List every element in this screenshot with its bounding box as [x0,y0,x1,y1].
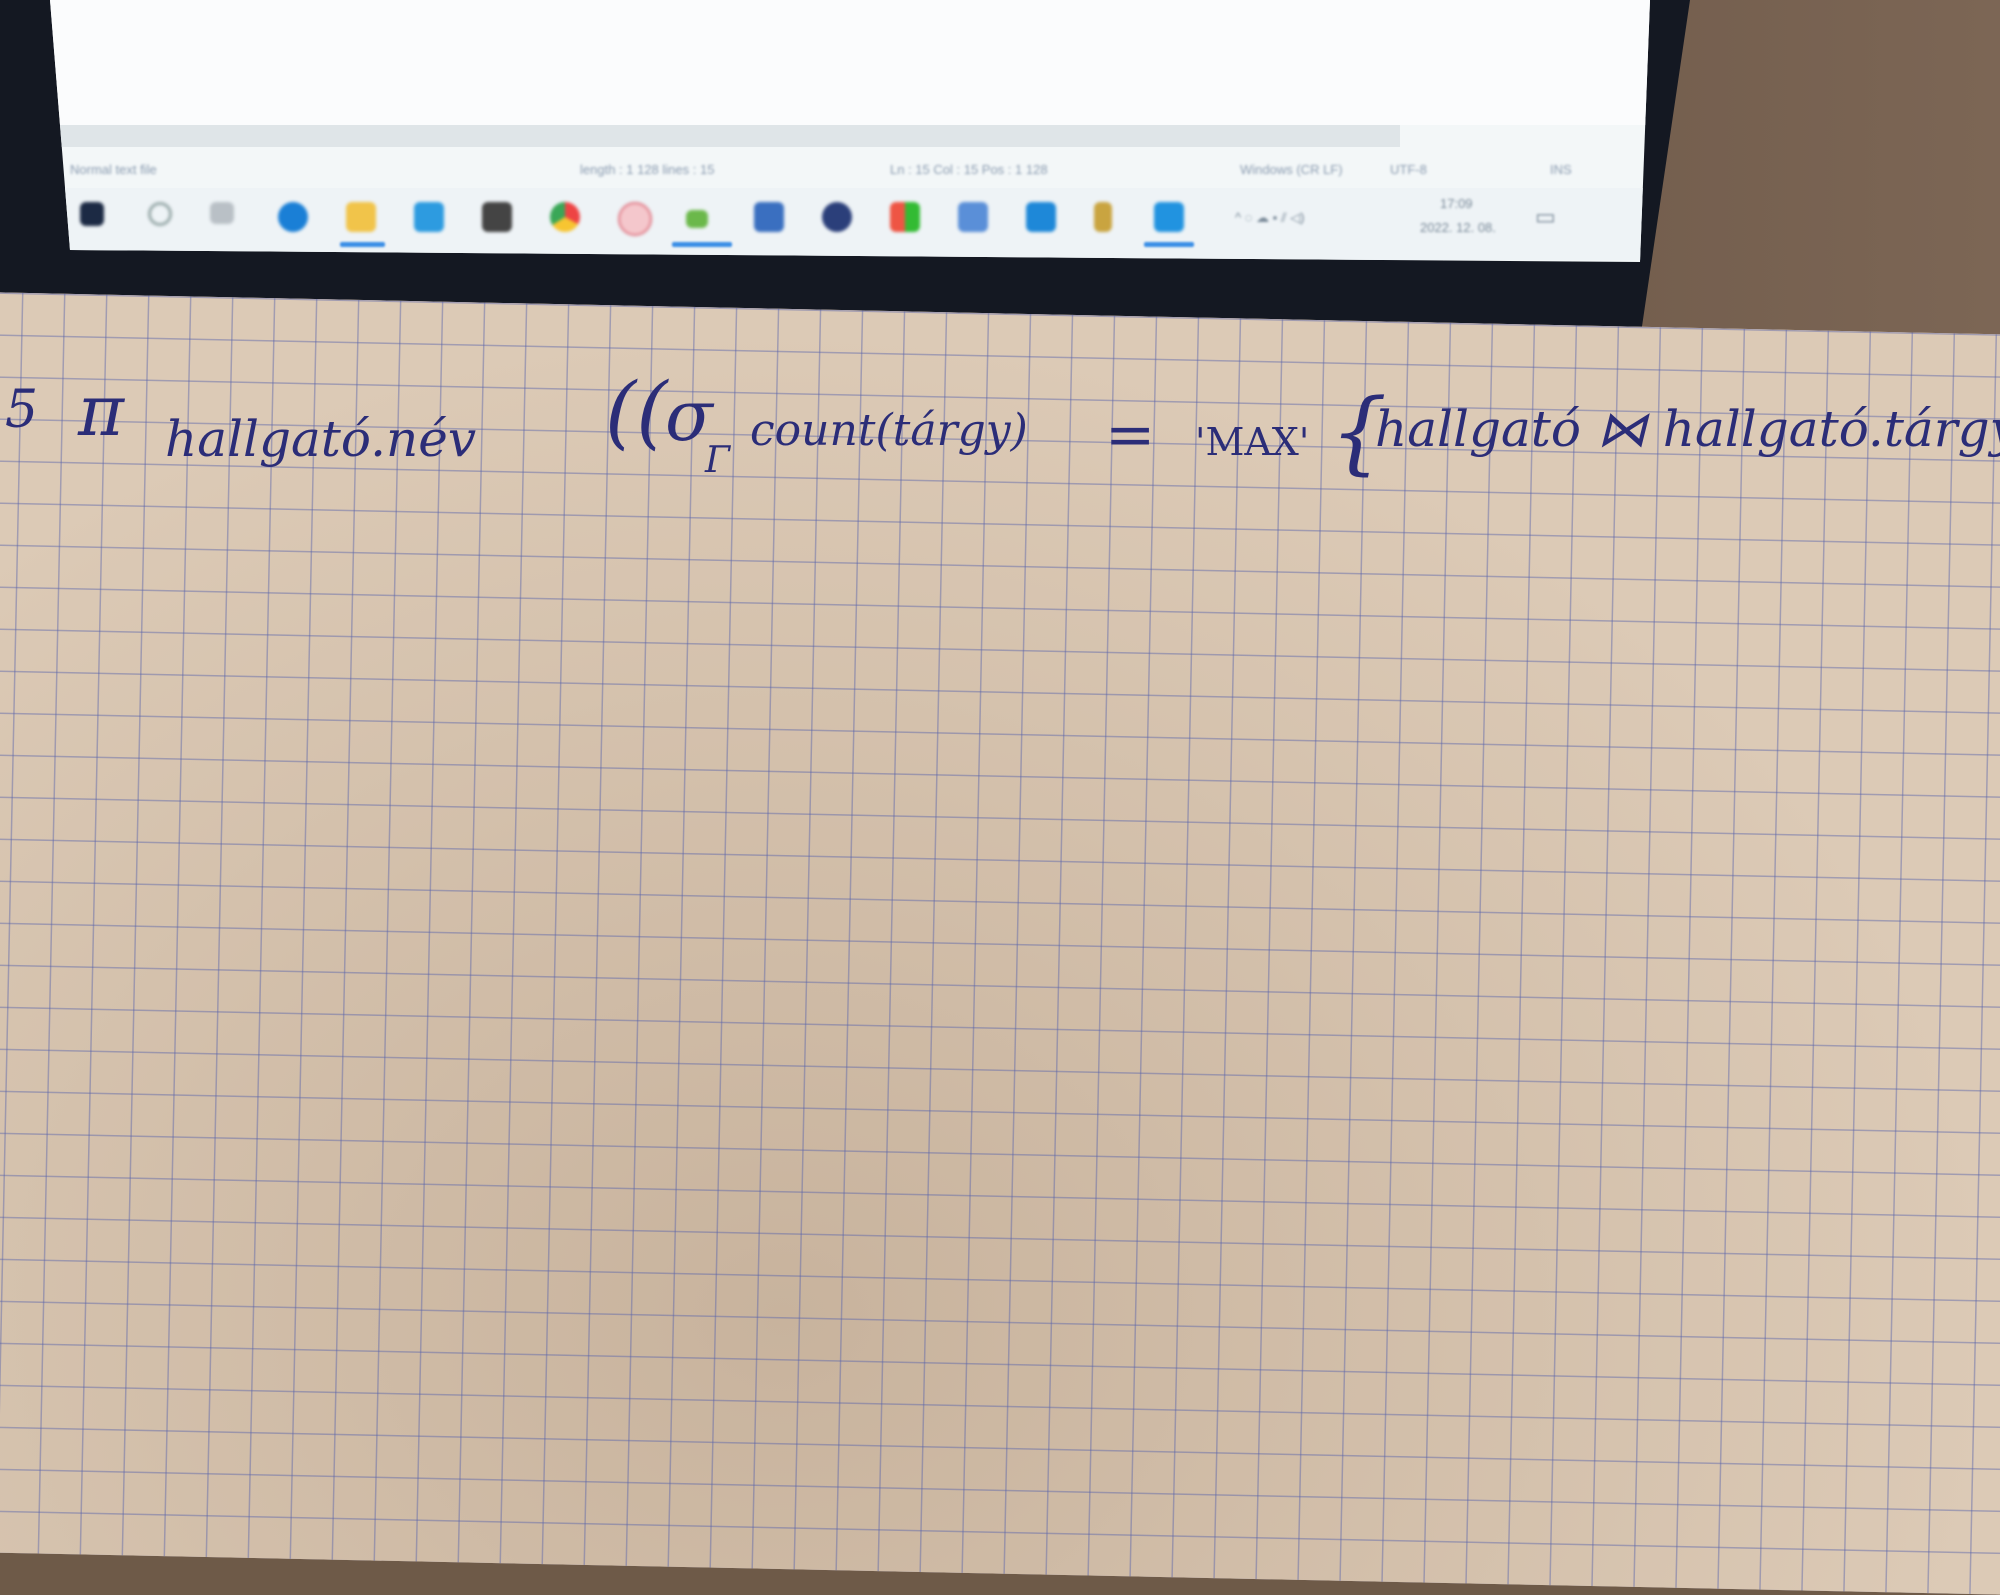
selection-condition: count(tárgy) [750,405,1028,456]
horizontal-scrollbar[interactable] [60,125,1400,147]
projection-attribute: hallgató.név [165,410,477,468]
active-indicator [340,242,385,247]
search-icon[interactable] [148,202,172,226]
green-app-icon[interactable] [686,210,708,228]
cursor-position: Ln : 15 Col : 15 Pos : 1 128 [890,162,1048,177]
sigma-subscript: Γ [705,440,730,481]
taskbar: ^ ◌ ☁ ▪ ⫽ ◁) 17:09 2022. 12. 08. ▭ [50,188,1650,260]
clock-time[interactable]: 17:09 [1440,196,1473,211]
dropbox-icon[interactable] [482,202,512,232]
eol-format: Windows (CR LF) [1240,162,1343,177]
blue-app-icon[interactable] [958,202,988,232]
mail-icon[interactable] [414,202,444,232]
file-type: Normal text file [70,162,157,177]
active-indicator [1144,242,1194,247]
text-editor-area[interactable] [50,0,1650,125]
notification-icon[interactable]: ▭ [1535,204,1556,230]
chrome-icon[interactable] [550,202,580,232]
handwritten-expression: 5 π hallgató.név (( σ Γ count(tárgy) = '… [0,360,2000,560]
active-indicator [672,242,732,247]
clock-date[interactable]: 2022. 12. 08. [1420,220,1496,235]
task-view-icon[interactable] [210,202,234,224]
encoding: UTF-8 [1390,162,1427,177]
edge-icon[interactable] [278,202,308,232]
file-explorer-icon[interactable] [346,202,376,232]
equals-sign: = [1105,400,1156,470]
red-app-icon[interactable] [618,202,652,236]
open-parentheses: (( [605,365,668,458]
pi-symbol: π [78,370,125,452]
exercise-number: 5 [5,380,39,440]
windows-start-icon[interactable] [80,202,104,226]
save-app-icon[interactable] [754,202,784,232]
vscode-icon[interactable] [1154,202,1184,232]
docs-app-icon[interactable] [1026,202,1056,232]
insert-mode: INS [1550,162,1572,177]
system-tray-icons[interactable]: ^ ◌ ☁ ▪ ⫽ ◁) [1235,210,1305,226]
paint-app-icon[interactable] [1094,202,1112,232]
max-value: 'MAX' [1195,420,1310,464]
length-lines: length : 1 128 lines : 15 [580,162,715,177]
join-relation: hallgató ⋈ hallgató.tárgy [1375,400,2000,458]
laptop: Normal text file length : 1 128 lines : … [0,0,1690,340]
globe-app-icon[interactable] [822,202,852,232]
laptop-screen: Normal text file length : 1 128 lines : … [50,0,1650,262]
editor-status-bar: Normal text file length : 1 128 lines : … [50,150,1650,188]
office-app-icon[interactable] [890,202,920,232]
